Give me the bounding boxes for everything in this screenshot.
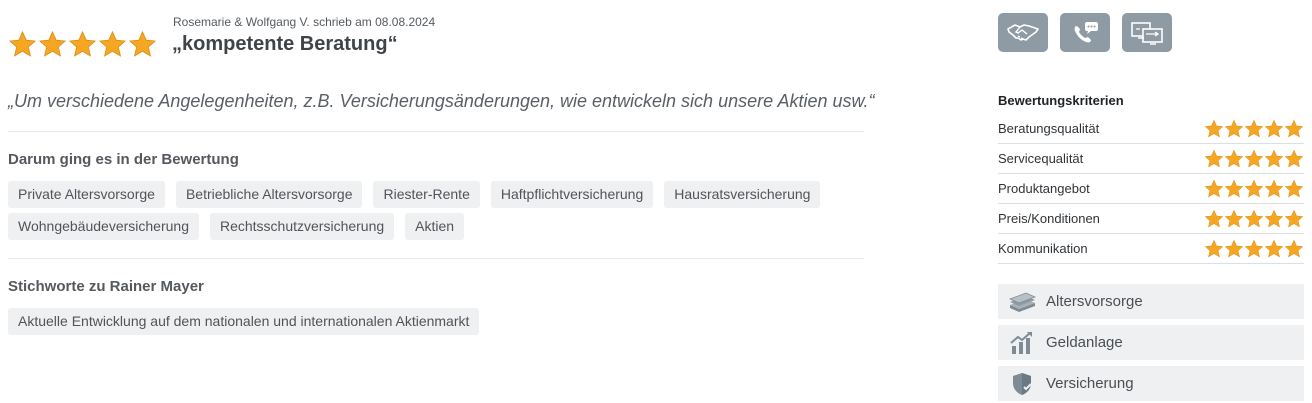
category-versicherung[interactable]: Versicherung [998,366,1304,401]
star-icon [1204,209,1224,227]
growth-chart-icon [1007,331,1037,355]
star-icon [1284,239,1304,257]
category-altersvorsorge[interactable]: Altersvorsorge [998,284,1304,319]
star-icon [1244,179,1264,197]
divider [8,131,864,132]
topic-tag: Hausratsversicherung [664,181,821,208]
star-icon [1224,179,1244,197]
review-quote: „Um verschiedene Angelegenheiten, z.B. V… [8,91,875,111]
criteria-label: Servicequalität [998,151,1084,166]
star-icon [68,30,97,57]
star-icon [1204,179,1224,197]
money-stack-icon [1007,290,1037,314]
topic-tag: Aktuelle Entwicklung auf dem nationalen … [8,308,480,335]
criteria-label: Preis/Konditionen [998,211,1100,226]
star-icon [98,30,127,57]
topic-tag: Aktien [405,213,465,240]
topic-tag: Private Altersvorsorge [8,181,165,208]
star-icon [1264,119,1284,137]
topic-tag: Riester-Rente [373,181,480,208]
criteria-row: Kommunikation [998,234,1304,264]
handshake-icon [1007,23,1039,41]
review-title: „kompetente Beratung“ [172,33,398,55]
category-geldanlage[interactable]: Geldanlage [998,325,1304,360]
phone-chat-icon [1074,21,1098,42]
criteria-label: Beratungsqualität [998,121,1100,136]
category-label: Geldanlage [1046,334,1123,351]
review-author-date: Rosemarie & Wolfgang V. schrieb am 08.08… [173,15,436,29]
overall-rating-stars [8,30,157,59]
star-icon [1204,149,1224,167]
criteria-row: Servicequalität [998,144,1304,174]
topic-tag: Betriebliche Altersvorsorge [175,181,363,208]
criteria-stars [1204,209,1304,229]
criteria-stars [1204,239,1304,259]
criteria-row: Produktangebot [998,174,1304,204]
topic-tag: Wohngebäudeversicherung [8,213,199,240]
criteria-stars [1204,119,1304,139]
star-icon [1244,119,1264,137]
star-icon [1284,119,1304,137]
star-icon [1224,209,1244,227]
star-icon [1224,239,1244,257]
star-icon [1244,209,1264,227]
shield-check-icon [1007,372,1037,396]
criteria-heading: Bewertungskriterien [998,93,1124,108]
star-icon [1224,149,1244,167]
category-label: Versicherung [1046,375,1134,392]
star-icon [8,30,37,57]
contact-options [998,13,1172,52]
star-icon [1284,149,1304,167]
star-icon [1204,119,1224,137]
keyword-tags: Aktuelle Entwicklung auf dem nationalen … [8,308,868,335]
topic-tag: Rechtsschutzversicherung [209,213,395,240]
criteria-list: Beratungsqualität Servicequalität Produkta… [998,114,1304,264]
topic-tags: Private Altersvorsorge Betriebliche Alter… [8,181,868,240]
criteria-label: Kommunikation [998,241,1088,256]
star-icon [128,30,157,57]
criteria-stars [1204,179,1304,199]
star-icon [1204,239,1224,257]
screen-share-button[interactable] [1122,13,1172,52]
criteria-label: Produktangebot [998,181,1090,196]
topic-tag: Haftpflichtversicherung [490,181,654,208]
star-icon [1264,179,1284,197]
star-icon [1284,209,1304,227]
star-icon [1264,239,1284,257]
star-icon [1244,149,1264,167]
star-icon [1284,179,1304,197]
phone-chat-button[interactable] [1060,13,1110,52]
star-icon [38,30,67,57]
category-label: Altersvorsorge [1046,293,1143,310]
topics-heading: Darum ging es in der Bewertung [8,151,239,168]
criteria-row: Beratungsqualität [998,114,1304,144]
handshake-button[interactable] [998,13,1048,52]
divider [8,258,864,259]
criteria-stars [1204,149,1304,169]
star-icon [1224,119,1244,137]
keywords-heading: Stichworte zu Rainer Mayer [8,278,204,295]
star-icon [1244,239,1264,257]
screen-share-icon [1131,21,1163,45]
star-icon [1264,149,1284,167]
criteria-row: Preis/Konditionen [998,204,1304,234]
star-icon [1264,209,1284,227]
